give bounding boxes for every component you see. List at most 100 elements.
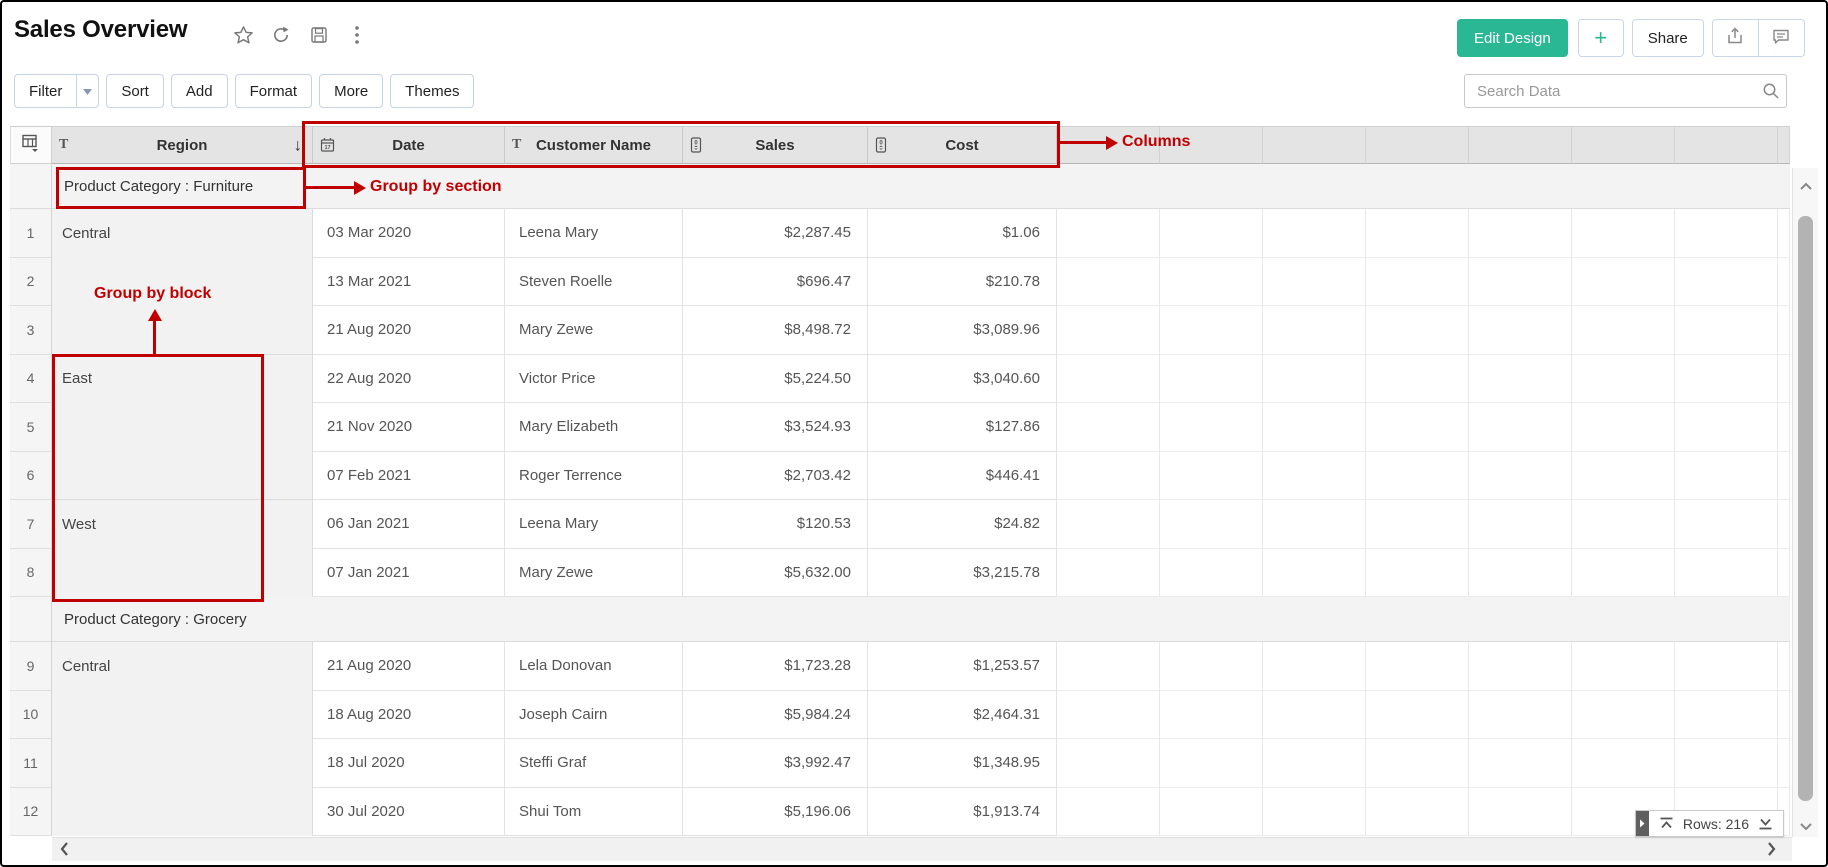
empty-cell[interactable]	[1572, 451, 1675, 500]
cell-customer[interactable]: Steffi Graf	[505, 739, 683, 788]
empty-cell[interactable]	[1469, 403, 1572, 452]
empty-cell[interactable]	[1675, 306, 1778, 355]
empty-cell[interactable]	[1057, 787, 1160, 836]
cell-cost[interactable]: $3,215.78	[868, 548, 1057, 597]
empty-cell[interactable]	[1675, 354, 1778, 403]
scroll-left-icon[interactable]	[60, 841, 69, 862]
empty-cell[interactable]	[1160, 209, 1263, 258]
cell-region[interactable]: Central	[52, 642, 313, 691]
cell-date[interactable]: 21 Aug 2020	[313, 642, 505, 691]
save-icon[interactable]	[308, 24, 330, 46]
empty-column-header[interactable]	[1263, 126, 1366, 164]
empty-cell[interactable]	[1263, 209, 1366, 258]
empty-cell[interactable]	[1160, 690, 1263, 739]
empty-cell[interactable]	[1469, 257, 1572, 306]
empty-cell[interactable]	[1057, 257, 1160, 306]
themes-button[interactable]: Themes	[390, 74, 475, 108]
table-corner-cell[interactable]	[10, 126, 52, 164]
cell-sales[interactable]: $696.47	[683, 257, 868, 306]
empty-cell[interactable]	[1572, 403, 1675, 452]
empty-column-header[interactable]	[1469, 126, 1572, 164]
empty-column-header[interactable]	[1160, 126, 1263, 164]
empty-cell[interactable]	[1675, 500, 1778, 549]
empty-cell[interactable]	[1263, 500, 1366, 549]
empty-cell[interactable]	[1057, 548, 1160, 597]
empty-cell[interactable]	[1675, 642, 1778, 691]
cell-date[interactable]: 03 Mar 2020	[313, 209, 505, 258]
empty-cell[interactable]	[1160, 403, 1263, 452]
empty-cell[interactable]	[1572, 209, 1675, 258]
empty-cell[interactable]	[1263, 354, 1366, 403]
empty-cell[interactable]	[1263, 403, 1366, 452]
scroll-up-icon[interactable]	[1793, 182, 1819, 191]
cell-cost[interactable]: $446.41	[868, 451, 1057, 500]
empty-cell[interactable]	[1160, 257, 1263, 306]
cell-sales[interactable]: $2,287.45	[683, 209, 868, 258]
empty-cell[interactable]	[1160, 642, 1263, 691]
cell-date[interactable]: 18 Jul 2020	[313, 739, 505, 788]
favorite-star-icon[interactable]	[232, 24, 254, 46]
vertical-scrollbar[interactable]	[1792, 168, 1818, 837]
empty-cell[interactable]	[1469, 306, 1572, 355]
empty-cell[interactable]	[1366, 739, 1469, 788]
empty-cell[interactable]	[1469, 209, 1572, 258]
empty-cell[interactable]	[1263, 690, 1366, 739]
cell-cost[interactable]: $127.86	[868, 403, 1057, 452]
empty-cell[interactable]	[1572, 306, 1675, 355]
cell-customer[interactable]: Victor Price	[505, 354, 683, 403]
empty-cell[interactable]	[1675, 548, 1778, 597]
column-header-customer-name[interactable]: T Customer Name	[505, 126, 683, 164]
empty-cell[interactable]	[1469, 690, 1572, 739]
more-button[interactable]: More	[319, 74, 384, 108]
edit-design-button[interactable]: Edit Design	[1457, 19, 1568, 57]
empty-cell[interactable]	[1057, 690, 1160, 739]
cell-sales[interactable]: $3,524.93	[683, 403, 868, 452]
empty-cell[interactable]	[1160, 354, 1263, 403]
cell-region[interactable]	[52, 739, 313, 788]
vertical-scrollbar-thumb[interactable]	[1798, 216, 1813, 801]
cell-region[interactable]	[52, 787, 313, 836]
cell-date[interactable]: 22 Aug 2020	[313, 354, 505, 403]
filter-button[interactable]: Filter	[14, 74, 78, 108]
cell-date[interactable]: 21 Nov 2020	[313, 403, 505, 452]
cell-cost[interactable]: $1.06	[868, 209, 1057, 258]
export-button[interactable]	[1711, 19, 1759, 57]
cell-cost[interactable]: $3,089.96	[868, 306, 1057, 355]
empty-cell[interactable]	[1572, 739, 1675, 788]
collapse-badge-tab[interactable]	[1635, 811, 1649, 836]
empty-cell[interactable]	[1263, 548, 1366, 597]
share-button[interactable]: Share	[1631, 19, 1704, 57]
cell-region[interactable]	[52, 690, 313, 739]
empty-cell[interactable]	[1469, 739, 1572, 788]
empty-cell[interactable]	[1366, 548, 1469, 597]
empty-cell[interactable]	[1263, 787, 1366, 836]
cell-date[interactable]: 07 Feb 2021	[313, 451, 505, 500]
cell-customer[interactable]: Leena Mary	[505, 209, 683, 258]
empty-cell[interactable]	[1469, 642, 1572, 691]
empty-cell[interactable]	[1572, 548, 1675, 597]
cell-customer[interactable]: Leena Mary	[505, 500, 683, 549]
empty-cell[interactable]	[1675, 257, 1778, 306]
empty-cell[interactable]	[1366, 209, 1469, 258]
empty-column-header[interactable]	[1057, 126, 1160, 164]
cell-sales[interactable]: $5,632.00	[683, 548, 868, 597]
empty-cell[interactable]	[1366, 354, 1469, 403]
cell-sales[interactable]: $5,984.24	[683, 690, 868, 739]
cell-region[interactable]	[52, 403, 313, 452]
jump-to-bottom-icon[interactable]	[1758, 817, 1773, 830]
empty-cell[interactable]	[1366, 306, 1469, 355]
column-header-sales[interactable]: 0 Sales	[683, 126, 868, 164]
empty-cell[interactable]	[1469, 451, 1572, 500]
empty-cell[interactable]	[1160, 787, 1263, 836]
empty-cell[interactable]	[1572, 500, 1675, 549]
cell-date[interactable]: 07 Jan 2021	[313, 548, 505, 597]
empty-cell[interactable]	[1057, 306, 1160, 355]
empty-cell[interactable]	[1366, 787, 1469, 836]
cell-region[interactable]: Central	[52, 209, 313, 258]
cell-sales[interactable]: $8,498.72	[683, 306, 868, 355]
cell-cost[interactable]: $210.78	[868, 257, 1057, 306]
cell-cost[interactable]: $1,913.74	[868, 787, 1057, 836]
empty-cell[interactable]	[1572, 354, 1675, 403]
empty-cell[interactable]	[1469, 354, 1572, 403]
empty-cell[interactable]	[1366, 257, 1469, 306]
